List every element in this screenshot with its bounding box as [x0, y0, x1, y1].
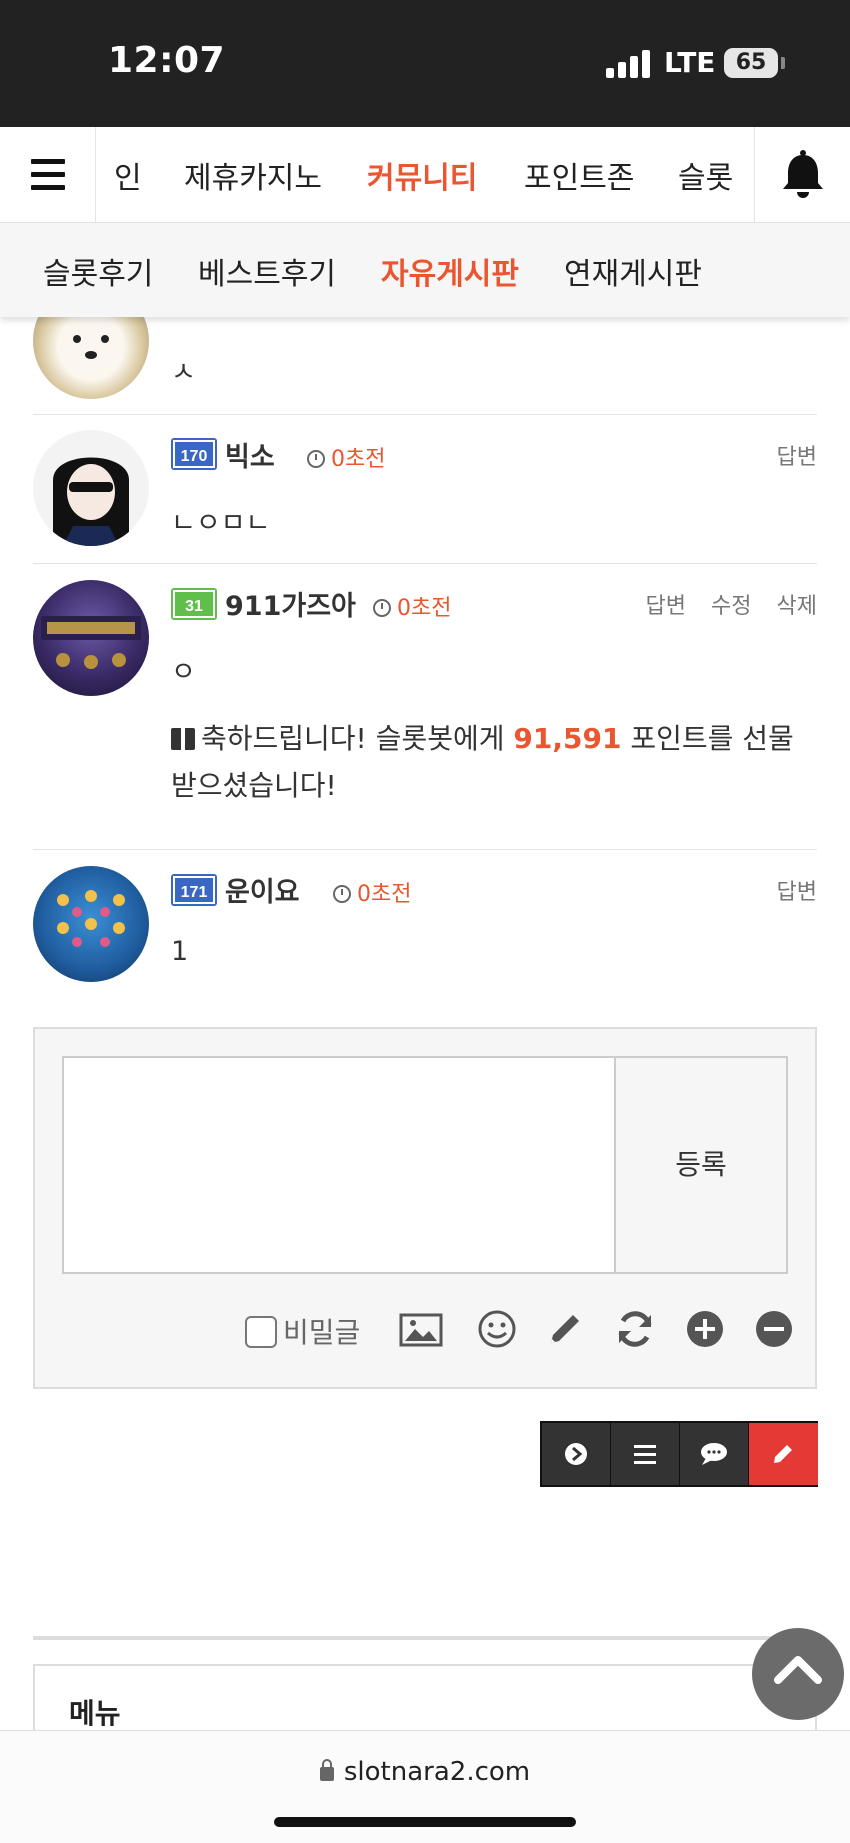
gift-points: 91,591 [513, 722, 622, 755]
comment-text: ㅇ [171, 657, 196, 688]
checkbox-icon[interactable] [245, 1316, 277, 1348]
clock-icon [307, 450, 325, 468]
clock-icon [333, 885, 351, 903]
clock-icon [373, 599, 391, 617]
comment-toolbar: 비밀글 [35, 1307, 819, 1357]
gift-icon [171, 728, 195, 750]
status-time: 12:07 [108, 40, 226, 81]
comment-nickname[interactable]: 빅소 [225, 435, 275, 474]
gift-notice: 축하드립니다! 슬롯봇에게 91,591 포인트를 선물받으셨습니다! [171, 715, 811, 809]
pencil-icon[interactable] [543, 1307, 587, 1351]
reply-link[interactable]: 답변 [646, 594, 686, 619]
comment-item: 171 운이요 0초전 답변 1 [33, 850, 817, 1000]
bell-icon[interactable] [754, 127, 850, 223]
write-button[interactable] [749, 1423, 818, 1485]
main-nav-items: 인 제휴카지노 커뮤니티 포인트존 슬롯 [96, 127, 754, 223]
menu-title: 메뉴 [69, 1697, 121, 1730]
next-post-button[interactable] [542, 1423, 611, 1485]
comment-actions: 답변 [759, 874, 817, 906]
comment-time: 0초전 [373, 590, 451, 622]
minus-circle-icon[interactable] [752, 1307, 796, 1351]
edit-link[interactable]: 수정 [711, 594, 751, 619]
tab-best-review[interactable]: 베스트후기 [198, 249, 336, 293]
hamburger-menu-icon[interactable] [0, 127, 96, 223]
level-number: 31 [185, 598, 203, 615]
reply-link[interactable]: 답변 [777, 445, 817, 470]
secret-label: 비밀글 [283, 1316, 361, 1349]
refresh-icon[interactable] [613, 1307, 657, 1351]
battery-tip [781, 57, 785, 69]
delete-link[interactable]: 삭제 [777, 594, 817, 619]
comment-text: ㄴㅇㅁㄴ [171, 508, 271, 539]
battery-icon: 65 [724, 48, 778, 78]
tab-slot-review[interactable]: 슬롯후기 [43, 249, 153, 293]
nav-item-point-zone[interactable]: 포인트존 [524, 153, 634, 197]
comment-form: 등록 비밀글 [33, 1027, 817, 1389]
url-display[interactable]: slotnara2.com [0, 1757, 850, 1787]
avatar [33, 430, 149, 546]
browser-address-bar: slotnara2.com [0, 1730, 850, 1843]
level-number: 171 [181, 884, 208, 901]
signal-icon [606, 50, 650, 78]
level-badge: 31 [171, 588, 217, 620]
emoji-icon[interactable] [475, 1307, 519, 1351]
tab-serial-board[interactable]: 연재게시판 [564, 249, 702, 293]
post-action-buttons [540, 1421, 818, 1487]
tab-free-board[interactable]: 자유게시판 [381, 249, 519, 293]
url-text: slotnara2.com [343, 1757, 531, 1787]
comment-nickname[interactable]: 운이요 [225, 870, 300, 909]
comment-button[interactable] [680, 1423, 749, 1485]
footer-divider [33, 1636, 817, 1640]
chevron-up-icon [774, 1656, 822, 1684]
avatar [33, 580, 149, 696]
comment-time: 0초전 [333, 876, 411, 908]
comment-textarea[interactable] [62, 1056, 616, 1274]
network-type: LTE [664, 46, 716, 79]
comment-time: 0초전 [307, 441, 385, 473]
comment-actions: 답변 수정 삭제 [628, 588, 817, 620]
reply-link[interactable]: 답변 [777, 880, 817, 905]
submit-button[interactable]: 등록 [614, 1056, 788, 1274]
image-icon[interactable] [399, 1307, 443, 1351]
comment-text: ㅅ [171, 357, 196, 388]
level-badge: 170 [171, 438, 217, 470]
nav-item-login[interactable]: 인 [114, 153, 142, 197]
comment-item: 31 911가즈아 0초전 답변 수정 삭제 ㅇ 축하드립니다! 슬롯봇에게 9… [33, 564, 817, 850]
lock-icon [319, 1759, 334, 1781]
scroll-top-button[interactable] [752, 1628, 844, 1720]
level-badge: 171 [171, 874, 217, 906]
plus-circle-icon[interactable] [683, 1307, 727, 1351]
status-bar: 12:07 LTE 65 [0, 0, 850, 127]
home-indicator[interactable] [274, 1817, 576, 1827]
comment-nickname[interactable]: 911가즈아 [225, 584, 356, 623]
comment-text: 1 [171, 936, 189, 967]
nav-item-slot[interactable]: 슬롯 [678, 153, 733, 197]
gift-prefix: 축하드립니다! 슬롯봇에게 [201, 722, 514, 755]
comment-actions: 답변 [759, 439, 817, 471]
nav-item-community[interactable]: 커뮤니티 [367, 153, 477, 197]
list-button[interactable] [611, 1423, 680, 1485]
nav-item-partner-casino[interactable]: 제휴카지노 [184, 153, 322, 197]
main-nav: 인 제휴카지노 커뮤니티 포인트존 슬롯 [0, 127, 850, 223]
secret-checkbox[interactable]: 비밀글 [245, 1311, 360, 1351]
level-number: 170 [181, 448, 208, 465]
avatar [33, 866, 149, 982]
comment-item: 170 빅소 0초전 답변 ㄴㅇㅁㄴ [33, 415, 817, 563]
sub-nav: 슬롯후기 베스트후기 자유게시판 연재게시판 [0, 223, 850, 317]
